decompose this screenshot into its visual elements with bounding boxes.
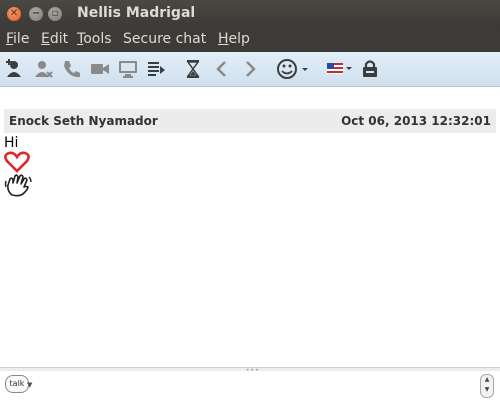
- message-header: Enock Seth Nyamador Oct 06, 2013 12:32:0…: [4, 109, 496, 133]
- waving-hand-icon: [4, 173, 32, 197]
- menu-tools[interactable]: Tools: [77, 31, 112, 47]
- chevron-down-icon[interactable]: ▼: [27, 381, 32, 389]
- menu-bar: File Edit Tools Secure chat Help: [0, 28, 500, 52]
- message-input[interactable]: [36, 373, 480, 399]
- input-scroll-stepper[interactable]: ▲ ▼: [480, 374, 494, 398]
- video-call-icon[interactable]: [89, 58, 111, 80]
- phone-icon[interactable]: [61, 58, 83, 80]
- block-contact-icon[interactable]: [32, 58, 54, 80]
- menu-edit[interactable]: Edit: [41, 31, 68, 47]
- menu-secure-chat[interactable]: Secure chat: [123, 31, 206, 47]
- toolbar: [0, 52, 500, 87]
- message-input-bar: talk ▼ ▲ ▼: [0, 371, 500, 400]
- message-text: Hi: [4, 135, 19, 151]
- screen-share-icon[interactable]: [117, 58, 139, 80]
- back-icon[interactable]: [211, 58, 233, 80]
- language-flag-icon[interactable]: [326, 58, 354, 80]
- forward-icon[interactable]: [239, 58, 261, 80]
- heart-icon: [4, 151, 30, 173]
- message-timestamp: Oct 06, 2013 12:32:01: [341, 114, 491, 128]
- smiley-icon[interactable]: [276, 58, 310, 80]
- menu-help[interactable]: Help: [218, 31, 250, 47]
- close-window-button[interactable]: ✕: [7, 7, 21, 21]
- minimize-window-button[interactable]: −: [29, 7, 43, 21]
- history-icon[interactable]: [182, 58, 204, 80]
- maximize-window-button[interactable]: ▫: [48, 7, 62, 21]
- menu-file[interactable]: File: [6, 31, 29, 47]
- sender-name: Enock Seth Nyamador: [9, 114, 158, 128]
- window-title: Nellis Madrigal: [77, 5, 196, 21]
- send-file-icon[interactable]: [145, 58, 167, 80]
- lock-icon[interactable]: [359, 58, 381, 80]
- chat-conversation-area: Enock Seth Nyamador Oct 06, 2013 12:32:0…: [0, 87, 500, 367]
- title-bar: ✕ − ▫ Nellis Madrigal: [0, 0, 500, 28]
- service-selector[interactable]: talk: [5, 375, 29, 393]
- add-contact-icon[interactable]: [4, 58, 26, 80]
